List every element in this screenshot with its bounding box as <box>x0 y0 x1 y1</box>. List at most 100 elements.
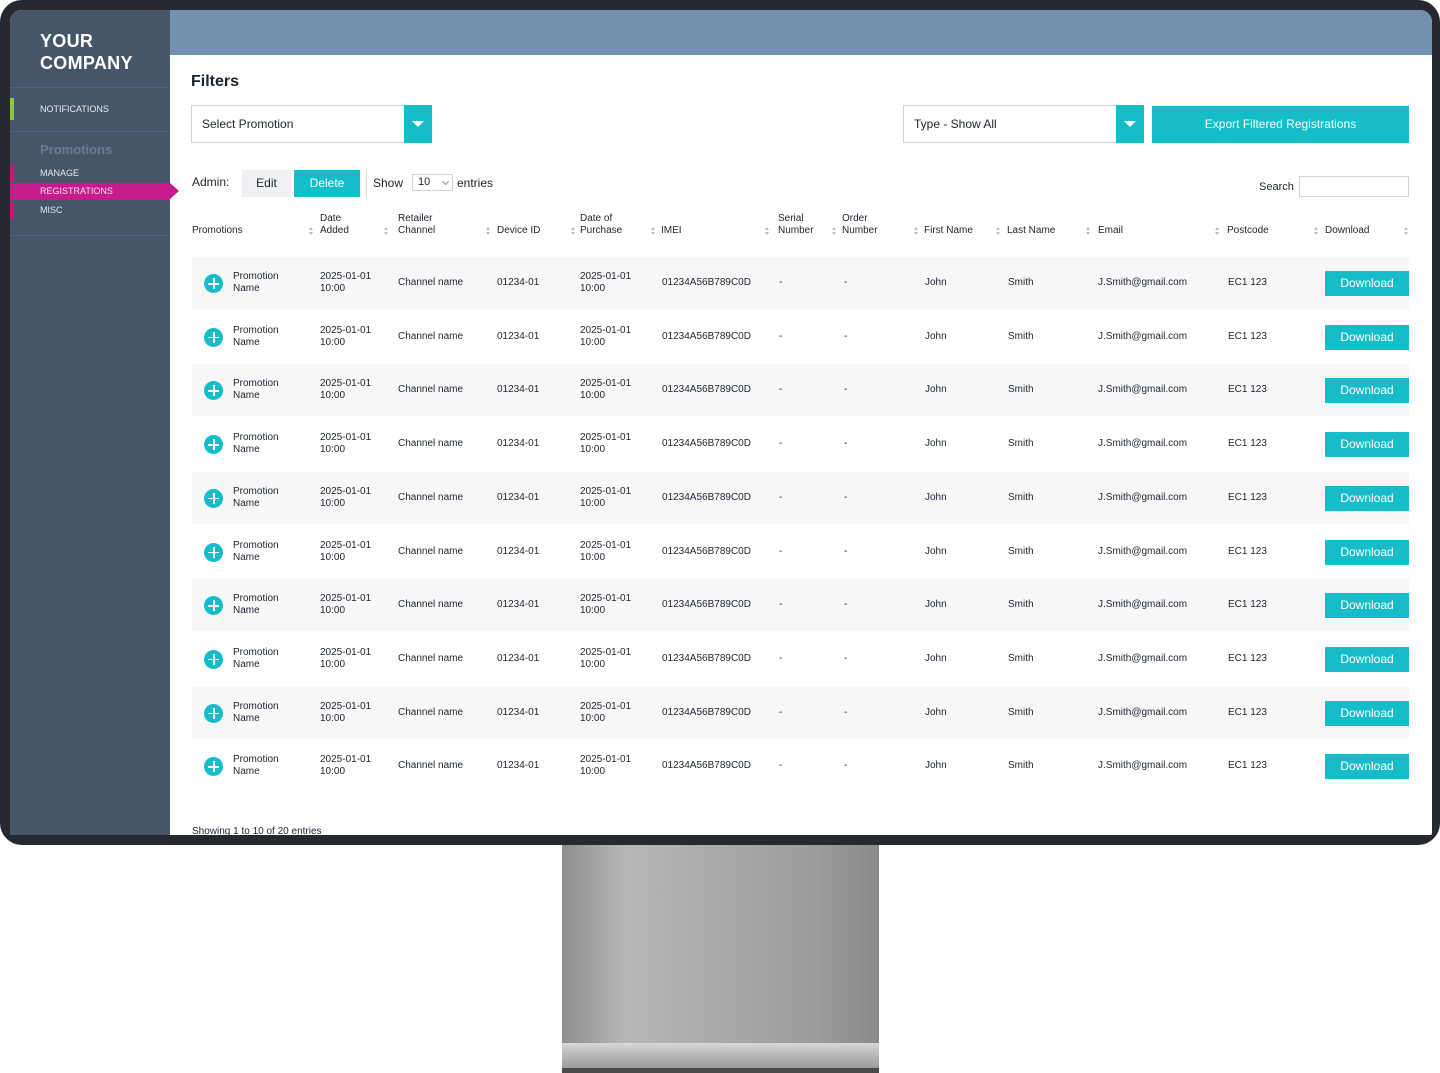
header-device-id[interactable]: Device ID <box>497 225 540 237</box>
sort-icon[interactable] <box>765 227 770 237</box>
table-row: Promotion Name 2025-01-01 10:00 Channel name… <box>192 526 1409 578</box>
main-content: Filters Select Promotion Type - Show All… <box>170 55 1432 835</box>
cell-added-line2: 10:00 <box>320 658 346 670</box>
header-postcode[interactable]: Postcode <box>1227 225 1269 237</box>
cell-promo-line1: Promotion <box>233 378 279 390</box>
header-download[interactable]: Download <box>1325 225 1369 237</box>
table-row: Promotion Name 2025-01-01 10:00 Channel name… <box>192 418 1409 470</box>
sidebar-item-notifications[interactable]: NOTIFICATIONS <box>10 98 170 120</box>
cell-promo: Promotion Name <box>233 432 279 456</box>
top-bar <box>170 10 1432 55</box>
cell-promo-line2: Name <box>233 712 260 724</box>
delete-button[interactable]: Delete <box>294 170 360 197</box>
download-button[interactable]: Download <box>1325 485 1409 511</box>
cell-order: - <box>844 652 848 664</box>
chevron-down-icon[interactable] <box>404 105 432 143</box>
cell-promo: Promotion Name <box>233 486 279 510</box>
header-date-added[interactable]: Date Added <box>320 213 349 237</box>
header-retailer-line1: Retailer <box>398 213 433 224</box>
cell-purchase: 2025-01-01 10:00 <box>580 271 631 295</box>
sort-icon[interactable] <box>384 227 389 237</box>
header-retailer-channel[interactable]: Retailer Channel <box>398 213 435 237</box>
expand-plus-icon[interactable] <box>204 274 223 293</box>
header-email[interactable]: Email <box>1098 225 1123 237</box>
sort-icon[interactable] <box>832 227 837 237</box>
brand-line-2: COMPANY <box>40 53 133 73</box>
expand-plus-icon[interactable] <box>204 596 223 616</box>
download-button[interactable]: Download <box>1325 646 1409 672</box>
header-purchase-line1: Date of <box>580 213 613 224</box>
download-button[interactable]: Download <box>1325 324 1409 350</box>
header-imei[interactable]: IMEI <box>661 225 682 237</box>
cell-promo: Promotion Name <box>233 378 279 402</box>
sort-icon[interactable] <box>1086 227 1091 237</box>
header-last-name[interactable]: Last Name <box>1007 225 1055 237</box>
header-promotions[interactable]: Promotions <box>192 225 243 237</box>
download-button[interactable]: Download <box>1325 432 1409 458</box>
cell-purchase-line1: 2025-01-01 <box>580 271 632 282</box>
header-date-of-purchase[interactable]: Date of Purchase <box>580 213 622 237</box>
cell-purchase-line2: 10:00 <box>580 336 606 348</box>
promotion-select[interactable]: Select Promotion <box>191 105 432 143</box>
type-select[interactable]: Type - Show All <box>903 105 1144 143</box>
chevron-down-icon[interactable] <box>1116 105 1144 143</box>
cell-channel: Channel name <box>398 545 464 557</box>
cell-first: John <box>925 706 947 718</box>
expand-plus-icon[interactable] <box>204 435 223 455</box>
sort-icon[interactable] <box>1215 227 1220 237</box>
sidebar-item-manage[interactable]: MANAGE <box>10 165 170 182</box>
header-first-name[interactable]: First Name <box>924 225 973 237</box>
expand-plus-icon[interactable] <box>204 703 223 723</box>
cell-promo: Promotion Name <box>233 754 279 778</box>
cell-purchase-line1: 2025-01-01 <box>580 324 632 336</box>
download-button[interactable]: Download <box>1325 700 1409 726</box>
cell-channel: Channel name <box>398 330 464 342</box>
sidebar-item-registrations[interactable]: REGISTRATIONS <box>10 183 179 200</box>
cell-promo: Promotion Name <box>233 593 279 617</box>
cell-email: J.Smith@gmail.com <box>1098 384 1188 396</box>
sort-icon[interactable] <box>914 227 919 237</box>
sort-icon[interactable] <box>309 227 314 237</box>
cell-purchase-line2: 10:00 <box>580 551 606 563</box>
cell-postcode: EC1 123 <box>1228 491 1267 503</box>
cell-added-line2: 10:00 <box>320 390 346 402</box>
cell-imei: 01234A56B789C0D <box>662 384 751 396</box>
sort-icon[interactable] <box>1404 227 1409 237</box>
search-input[interactable] <box>1299 176 1409 197</box>
header-order-number[interactable]: Order Number <box>842 213 878 237</box>
download-button[interactable]: Download <box>1325 539 1409 565</box>
header-serial-number[interactable]: Serial Number <box>778 213 814 237</box>
edit-button[interactable]: Edit <box>242 170 291 197</box>
export-filtered-button[interactable]: Export Filtered Registrations <box>1152 106 1409 143</box>
cell-channel: Channel name <box>398 599 464 611</box>
cell-purchase-line2: 10:00 <box>580 658 606 670</box>
download-button[interactable]: Download <box>1325 271 1409 296</box>
cell-added-line1: 2025-01-01 <box>320 754 372 766</box>
download-button[interactable]: Download <box>1325 593 1409 619</box>
expand-plus-icon[interactable] <box>204 381 223 401</box>
sort-icon[interactable] <box>486 227 491 237</box>
cell-last: Smith <box>1008 330 1034 342</box>
expand-plus-icon[interactable] <box>204 488 223 508</box>
cell-promo-line2: Name <box>233 551 260 563</box>
expand-plus-icon[interactable] <box>204 757 223 777</box>
cell-email: J.Smith@gmail.com <box>1098 652 1188 664</box>
download-button[interactable]: Download <box>1325 754 1409 780</box>
cell-purchase-line1: 2025-01-01 <box>580 432 632 444</box>
entries-select[interactable]: 10 <box>412 174 453 191</box>
cell-purchase-line2: 10:00 <box>580 712 606 724</box>
expand-plus-icon[interactable] <box>204 327 223 347</box>
sort-icon[interactable] <box>651 227 656 237</box>
cell-promo-line2: Name <box>233 390 260 402</box>
sort-icon[interactable] <box>1314 227 1319 237</box>
cell-serial: - <box>779 384 783 396</box>
sort-icon[interactable] <box>571 227 576 237</box>
expand-plus-icon[interactable] <box>204 542 223 562</box>
cell-added-line1: 2025-01-01 <box>320 271 372 282</box>
expand-plus-icon[interactable] <box>204 649 223 669</box>
sidebar-item-misc[interactable]: MISC <box>10 202 170 219</box>
sort-icon[interactable] <box>996 227 1001 237</box>
cell-purchase-line1: 2025-01-01 <box>580 593 632 605</box>
cell-added-line1: 2025-01-01 <box>320 700 372 712</box>
download-button[interactable]: Download <box>1325 378 1409 404</box>
